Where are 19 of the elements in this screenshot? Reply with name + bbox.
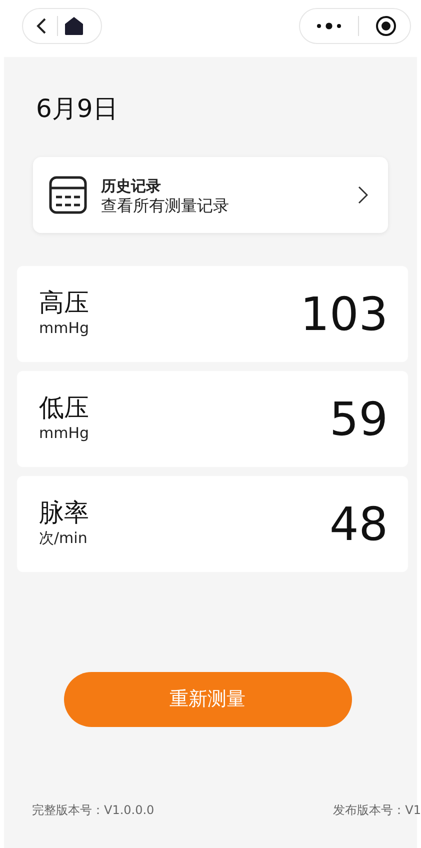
history-subtitle: 查看所有测量记录 bbox=[101, 197, 230, 216]
calendar-icon bbox=[49, 176, 87, 214]
history-card[interactable]: 历史记录 查看所有测量记录 bbox=[33, 157, 388, 233]
release-version-text: 发布版本号：V1 bbox=[333, 802, 421, 819]
full-version-text: 完整版本号：V1.0.0.0 bbox=[32, 802, 154, 819]
date-heading: 6月9日 bbox=[35, 93, 119, 125]
metric-name: 低压 bbox=[39, 394, 90, 422]
metric-unit: 次/min bbox=[39, 528, 88, 548]
metric-unit: mmHg bbox=[39, 422, 90, 444]
history-title: 历史记录 bbox=[101, 176, 162, 197]
more-icon[interactable] bbox=[316, 22, 342, 30]
metric-value: 103 bbox=[300, 286, 388, 342]
chevron-right-icon bbox=[358, 186, 368, 204]
home-icon[interactable] bbox=[64, 16, 84, 36]
metric-value: 59 bbox=[329, 390, 388, 448]
metric-unit: mmHg bbox=[39, 318, 90, 338]
metric-name: 脉率 bbox=[39, 499, 89, 526]
metric-value: 48 bbox=[329, 496, 388, 552]
metric-name: 高压 bbox=[39, 289, 90, 316]
